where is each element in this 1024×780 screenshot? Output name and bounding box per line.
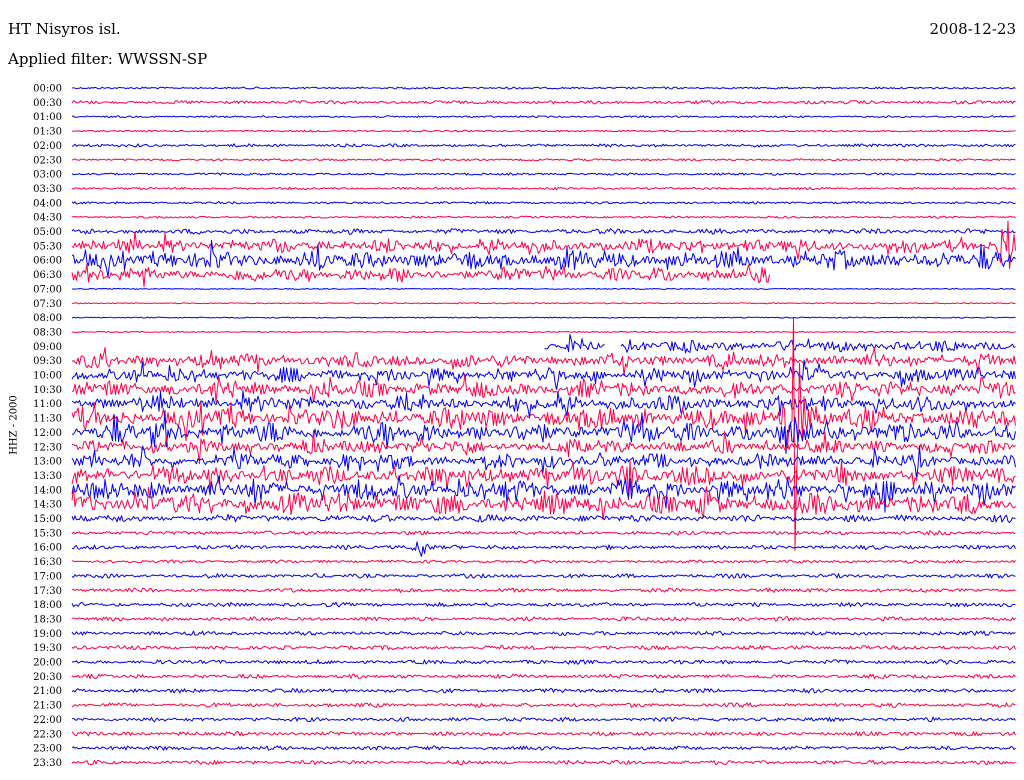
time-label-1830: 18:30 bbox=[33, 614, 62, 625]
trace-2200 bbox=[71, 716, 1016, 723]
trace-1630 bbox=[71, 559, 1016, 564]
time-label-1100: 11:00 bbox=[33, 399, 62, 410]
trace-2100 bbox=[71, 687, 1016, 694]
time-label-2200: 22:00 bbox=[33, 715, 62, 726]
time-label-0300: 03:00 bbox=[33, 170, 62, 181]
time-label-1000: 10:00 bbox=[33, 371, 62, 382]
time-label-0800: 08:00 bbox=[33, 313, 62, 324]
time-label-0730: 07:30 bbox=[33, 299, 62, 310]
time-label-0500: 05:00 bbox=[33, 227, 62, 238]
trace-0330 bbox=[71, 186, 1016, 191]
time-label-2230: 22:30 bbox=[33, 729, 62, 740]
time-label-2130: 21:30 bbox=[33, 701, 62, 712]
time-label-1930: 19:30 bbox=[33, 643, 62, 654]
time-label-1030: 10:30 bbox=[33, 385, 62, 396]
time-label-2330: 23:30 bbox=[33, 758, 62, 769]
trace-0030 bbox=[71, 99, 1016, 105]
time-label-1430: 14:30 bbox=[33, 500, 62, 511]
trace-2330 bbox=[71, 759, 1016, 766]
time-label-0630: 06:30 bbox=[33, 270, 62, 281]
trace-2030 bbox=[71, 673, 1016, 679]
time-label-0100: 01:00 bbox=[33, 112, 62, 123]
time-label-2300: 23:00 bbox=[33, 744, 62, 755]
time-label-1700: 17:00 bbox=[33, 571, 62, 582]
time-label-2030: 20:30 bbox=[33, 672, 62, 683]
time-label-1230: 12:30 bbox=[33, 442, 62, 453]
time-label-0030: 00:30 bbox=[33, 98, 62, 109]
time-label-0000: 00:00 bbox=[33, 84, 62, 95]
helicorder-plot: 00:00 00:30 01:00 01:30 02:00 02:30 03:00 03:30… bbox=[33, 84, 1016, 769]
trace-2130 bbox=[71, 702, 1016, 708]
trace-1530 bbox=[71, 530, 1016, 536]
time-label-2000: 20:00 bbox=[33, 658, 62, 669]
time-label-0200: 02:00 bbox=[33, 141, 62, 152]
trace-1730 bbox=[71, 587, 1016, 593]
time-label-1600: 16:00 bbox=[33, 543, 62, 554]
trace-0300 bbox=[71, 172, 1016, 176]
trace-0000 bbox=[71, 86, 1016, 90]
time-label-1900: 19:00 bbox=[33, 629, 62, 640]
trace-1700 bbox=[71, 573, 1016, 579]
trace-0130 bbox=[71, 129, 1016, 133]
trace-2230 bbox=[71, 731, 1016, 737]
trace-1100 bbox=[71, 390, 1016, 419]
time-label-0900: 09:00 bbox=[33, 342, 62, 353]
time-label-0430: 04:30 bbox=[33, 213, 62, 224]
time-label-0930: 09:30 bbox=[33, 356, 62, 367]
trace-1930 bbox=[71, 645, 1016, 651]
trace-0430 bbox=[71, 215, 1016, 219]
trace-1800 bbox=[71, 601, 1016, 608]
trace-0930 bbox=[71, 346, 1016, 377]
trace-0900 bbox=[544, 334, 1016, 354]
trace-0700 bbox=[71, 287, 1016, 290]
trace-1900 bbox=[71, 630, 1016, 636]
time-label-2100: 21:00 bbox=[33, 686, 62, 697]
time-label-0130: 01:30 bbox=[33, 127, 62, 138]
trace-0400 bbox=[71, 201, 1016, 205]
time-label-1530: 15:30 bbox=[33, 528, 62, 539]
time-label-0230: 02:30 bbox=[33, 155, 62, 166]
trace-0830 bbox=[71, 331, 1016, 333]
time-label-0400: 04:00 bbox=[33, 198, 62, 209]
time-label-1630: 16:30 bbox=[33, 557, 62, 568]
time-label-1300: 13:00 bbox=[33, 457, 62, 468]
trace-2000 bbox=[71, 659, 1016, 665]
trace-2300 bbox=[71, 745, 1016, 751]
time-label-1500: 15:00 bbox=[33, 514, 62, 525]
time-label-0330: 03:30 bbox=[33, 184, 62, 195]
trace-0730 bbox=[71, 302, 1016, 305]
time-label-0700: 07:00 bbox=[33, 284, 62, 295]
time-label-1800: 18:00 bbox=[33, 600, 62, 611]
trace-0200 bbox=[71, 143, 1016, 148]
time-label-0600: 06:00 bbox=[33, 256, 62, 267]
trace-0500 bbox=[71, 228, 1016, 235]
trace-1500 bbox=[71, 513, 1016, 524]
trace-1830 bbox=[72, 616, 1016, 622]
time-label-1730: 17:30 bbox=[33, 586, 62, 597]
time-label-1400: 14:00 bbox=[33, 485, 62, 496]
time-label-1330: 13:30 bbox=[33, 471, 62, 482]
time-label-0530: 05:30 bbox=[33, 241, 62, 252]
trace-1600 bbox=[71, 541, 1016, 557]
trace-0230 bbox=[71, 158, 1016, 162]
trace-0100 bbox=[71, 115, 1016, 119]
trace-0800 bbox=[71, 316, 1016, 319]
time-label-0830: 08:30 bbox=[33, 327, 62, 338]
time-label-1200: 12:00 bbox=[33, 428, 62, 439]
time-label-1130: 11:30 bbox=[33, 414, 62, 425]
trace-0630 bbox=[71, 263, 770, 288]
